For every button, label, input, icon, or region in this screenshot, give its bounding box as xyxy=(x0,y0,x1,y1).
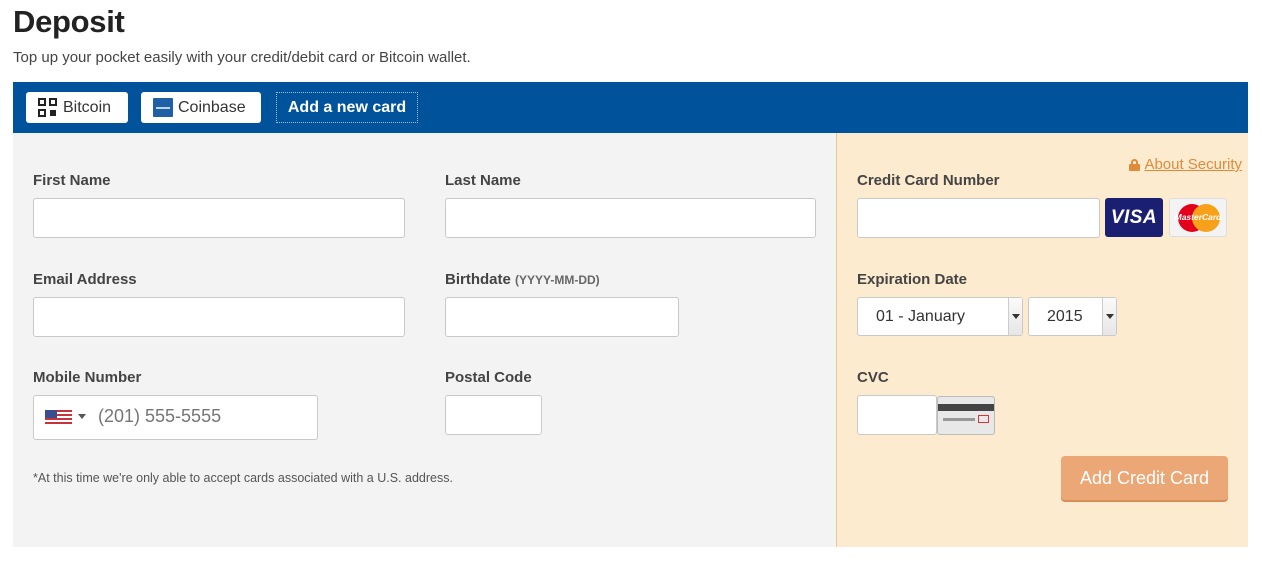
cvc-card-back-icon xyxy=(937,396,995,435)
expiration-label: Expiration Date xyxy=(857,271,968,288)
birthdate-label: Birthdate (YYYY-MM-DD) xyxy=(445,271,600,288)
chevron-down-icon[interactable] xyxy=(78,414,86,419)
about-security-link[interactable]: About Security xyxy=(1129,156,1242,173)
payment-method-tabs: Bitcoin Coinbase Add a new card xyxy=(13,82,1248,133)
birthdate-label-text: Birthdate xyxy=(445,271,511,288)
mobile-label: Mobile Number xyxy=(33,369,142,386)
coinbase-icon xyxy=(153,98,173,117)
tab-coinbase-label: Coinbase xyxy=(178,98,246,116)
add-credit-card-button[interactable]: Add Credit Card xyxy=(1061,456,1228,500)
first-name-label: First Name xyxy=(33,172,111,189)
card-number-label: Credit Card Number xyxy=(857,172,1000,189)
tab-bitcoin[interactable]: Bitcoin xyxy=(26,92,128,123)
lock-icon xyxy=(1129,158,1141,171)
postal-code-input[interactable] xyxy=(445,395,542,435)
birthdate-format-hint: (YYYY-MM-DD) xyxy=(515,273,600,287)
about-security-label: About Security xyxy=(1144,156,1242,173)
mastercard-logo: MasterCard xyxy=(1169,198,1227,237)
expiration-year-value: 2015 xyxy=(1047,307,1083,325)
cvc-label: CVC xyxy=(857,369,889,386)
mobile-field xyxy=(33,395,318,440)
mobile-input[interactable] xyxy=(98,406,308,427)
select-arrow-icon xyxy=(1102,298,1116,335)
tab-coinbase[interactable]: Coinbase xyxy=(141,92,261,123)
email-input[interactable] xyxy=(33,297,405,337)
mastercard-logo-text: MasterCard xyxy=(1174,212,1222,222)
us-address-note: *At this time we're only able to accept … xyxy=(33,471,453,485)
last-name-input[interactable] xyxy=(445,198,816,238)
last-name-label: Last Name xyxy=(445,172,521,189)
select-arrow-icon xyxy=(1008,298,1022,335)
birthdate-input[interactable] xyxy=(445,297,679,337)
page-subtitle: Top up your pocket easily with your cred… xyxy=(13,49,471,66)
expiration-month-value: 01 - January xyxy=(876,307,965,325)
qr-code-icon xyxy=(38,98,57,117)
postal-code-label: Postal Code xyxy=(445,369,532,386)
tab-add-new-card[interactable]: Add a new card xyxy=(276,92,418,123)
page-title: Deposit xyxy=(13,4,125,39)
first-name-input[interactable] xyxy=(33,198,405,238)
card-number-input[interactable] xyxy=(857,198,1100,238)
expiration-year-select[interactable]: 2015 xyxy=(1028,297,1117,336)
tab-bitcoin-label: Bitcoin xyxy=(63,98,112,116)
email-label: Email Address xyxy=(33,271,137,288)
us-flag-icon[interactable] xyxy=(45,410,72,424)
visa-logo: VISA xyxy=(1105,198,1163,237)
cvc-input[interactable] xyxy=(857,395,937,435)
expiration-month-select[interactable]: 01 - January xyxy=(857,297,1023,336)
